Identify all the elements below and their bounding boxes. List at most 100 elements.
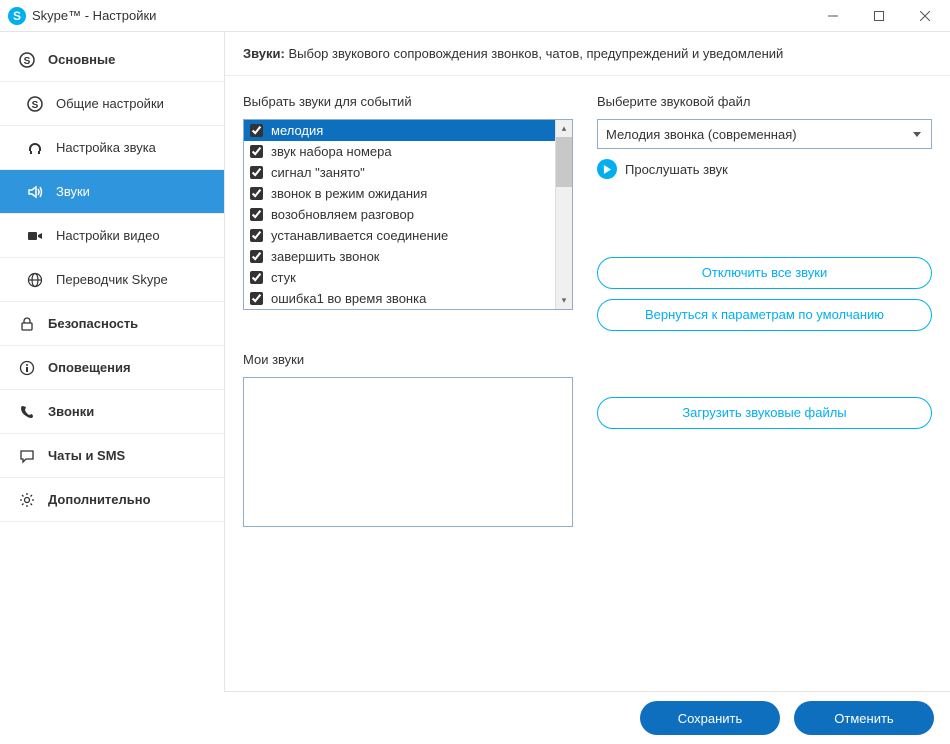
chat-icon <box>16 448 38 464</box>
svg-text:S: S <box>32 100 39 111</box>
skype-logo-icon: S <box>8 7 26 25</box>
sound-file-select[interactable]: Мелодия звонка (современная) <box>597 119 932 149</box>
sidebar-label: Безопасность <box>48 316 138 331</box>
event-checkbox[interactable] <box>250 166 263 179</box>
pill-group: Отключить все звуки Вернуться к параметр… <box>597 257 932 331</box>
play-sound-button[interactable]: Прослушать звук <box>597 159 932 179</box>
event-label: ошибка1 во время звонка <box>271 291 426 306</box>
window-title: Skype™ - Настройки <box>32 8 156 23</box>
sidebar-label: Переводчик Skype <box>56 272 168 287</box>
event-row[interactable]: ошибка1 во время звонка <box>244 288 555 309</box>
sidebar-label: Звонки <box>48 404 94 419</box>
close-button[interactable] <box>902 1 948 31</box>
scroll-up-icon[interactable]: ▴ <box>556 120 572 137</box>
event-list-inner: мелодия звук набора номера сигнал "занят… <box>244 120 555 309</box>
sidebar-label: Звуки <box>56 184 90 199</box>
sidebar: S Основные S Общие настройки Настройка з… <box>0 32 225 692</box>
scroll-down-icon[interactable]: ▾ <box>556 292 572 309</box>
event-checkbox[interactable] <box>250 124 263 137</box>
play-label: Прослушать звук <box>625 162 728 177</box>
event-label: возобновляем разговор <box>271 207 414 222</box>
sidebar-item-security[interactable]: Безопасность <box>0 302 224 346</box>
reset-defaults-button[interactable]: Вернуться к параметрам по умолчанию <box>597 299 932 331</box>
svg-text:S: S <box>24 56 31 67</box>
event-row[interactable]: возобновляем разговор <box>244 204 555 225</box>
sidebar-item-chats-sms[interactable]: Чаты и SMS <box>0 434 224 478</box>
maximize-button[interactable] <box>856 1 902 31</box>
event-row[interactable]: завершить звонок <box>244 246 555 267</box>
sidebar-item-video-settings[interactable]: Настройки видео <box>0 214 224 258</box>
soundfile-label: Выберите звуковой файл <box>597 94 932 109</box>
footer: Сохранить Отменить <box>0 692 950 744</box>
phone-icon <box>16 404 38 420</box>
header-text: Выбор звукового сопровождения звонков, ч… <box>285 46 783 61</box>
event-row[interactable]: мелодия <box>244 120 555 141</box>
lock-icon <box>16 316 38 332</box>
event-checkbox[interactable] <box>250 145 263 158</box>
event-checkbox[interactable] <box>250 187 263 200</box>
event-checkbox[interactable] <box>250 229 263 242</box>
sidebar-item-general[interactable]: S Основные <box>0 38 224 82</box>
sidebar-label: Дополнительно <box>48 492 151 507</box>
sidebar-label: Чаты и SMS <box>48 448 125 463</box>
video-icon <box>24 228 46 244</box>
main-panel: Звуки: Выбор звукового сопровождения зво… <box>225 32 950 692</box>
left-column: Выбрать звуки для событий мелодия звук н… <box>243 94 573 673</box>
event-checkbox[interactable] <box>250 292 263 305</box>
event-row[interactable]: звук набора номера <box>244 141 555 162</box>
scroll-track[interactable] <box>556 137 572 292</box>
event-label: мелодия <box>271 123 323 138</box>
play-icon <box>597 159 617 179</box>
skype-icon: S <box>16 52 38 68</box>
event-checkbox[interactable] <box>250 271 263 284</box>
sidebar-label: Общие настройки <box>56 96 164 111</box>
sidebar-item-calls[interactable]: Звонки <box>0 390 224 434</box>
titlebar: S Skype™ - Настройки <box>0 0 950 32</box>
event-label: звонок в режим ожидания <box>271 186 427 201</box>
main-header: Звуки: Выбор звукового сопровождения зво… <box>225 32 950 76</box>
event-row[interactable]: устанавливается соединение <box>244 225 555 246</box>
main-container: S Основные S Общие настройки Настройка з… <box>0 32 950 692</box>
event-row[interactable]: сигнал "занято" <box>244 162 555 183</box>
headset-icon <box>24 140 46 156</box>
sidebar-item-translator[interactable]: Переводчик Skype <box>0 258 224 302</box>
sidebar-item-sounds[interactable]: Звуки <box>0 170 224 214</box>
speaker-icon <box>24 184 46 200</box>
event-label: завершить звонок <box>271 249 380 264</box>
events-label: Выбрать звуки для событий <box>243 94 573 109</box>
selected-sound: Мелодия звонка (современная) <box>606 127 797 142</box>
sidebar-label: Основные <box>48 52 115 67</box>
disable-all-sounds-button[interactable]: Отключить все звуки <box>597 257 932 289</box>
event-checkbox[interactable] <box>250 208 263 221</box>
sidebar-item-advanced[interactable]: Дополнительно <box>0 478 224 522</box>
info-icon <box>16 360 38 376</box>
event-label: сигнал "занято" <box>271 165 365 180</box>
event-label: звук набора номера <box>271 144 392 159</box>
scrollbar[interactable]: ▴ ▾ <box>555 120 572 309</box>
sidebar-item-audio-settings[interactable]: Настройка звука <box>0 126 224 170</box>
save-button[interactable]: Сохранить <box>640 701 780 735</box>
sidebar-label: Настройки видео <box>56 228 160 243</box>
event-label: стук <box>271 270 296 285</box>
scroll-thumb[interactable] <box>556 137 572 187</box>
globe-icon <box>24 272 46 288</box>
event-row[interactable]: стук <box>244 267 555 288</box>
gear-icon <box>16 492 38 508</box>
cancel-button[interactable]: Отменить <box>794 701 934 735</box>
my-sounds-list[interactable] <box>243 377 573 527</box>
minimize-button[interactable] <box>810 1 856 31</box>
sidebar-item-notifications[interactable]: Оповещения <box>0 346 224 390</box>
sidebar-label: Оповещения <box>48 360 131 375</box>
main-body: Выбрать звуки для событий мелодия звук н… <box>225 76 950 691</box>
window-controls <box>810 1 948 31</box>
event-label: устанавливается соединение <box>271 228 448 243</box>
event-checkbox[interactable] <box>250 250 263 263</box>
header-bold: Звуки: <box>243 46 285 61</box>
right-column: Выберите звуковой файл Мелодия звонка (с… <box>597 94 932 673</box>
upload-sound-files-button[interactable]: Загрузить звуковые файлы <box>597 397 932 429</box>
my-sounds-label: Мои звуки <box>243 352 573 367</box>
event-list: мелодия звук набора номера сигнал "занят… <box>243 119 573 310</box>
event-row[interactable]: звонок в режим ожидания <box>244 183 555 204</box>
sidebar-item-general-settings[interactable]: S Общие настройки <box>0 82 224 126</box>
skype-icon: S <box>24 96 46 112</box>
